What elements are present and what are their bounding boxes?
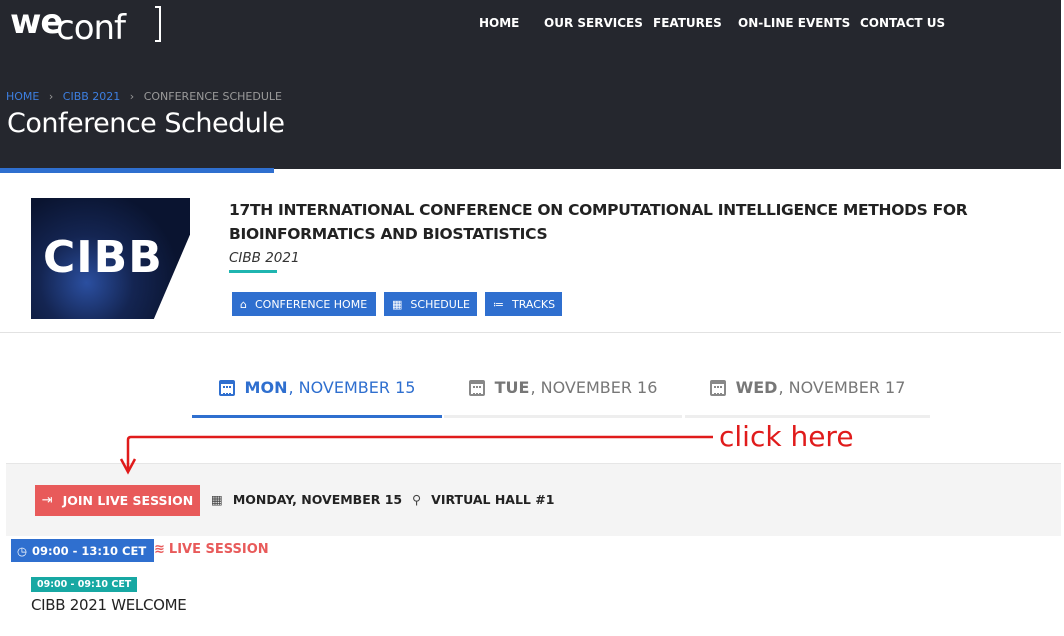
conference-home-label: CONFERENCE HOME [254,297,368,311]
tab-tuesday[interactable]: TUE, NOVEMBER 16 [444,370,682,418]
conference-title: 17TH INTERNATIONAL CONFERENCE ON COMPUTA… [229,201,968,243]
sign-in-icon: ⇥ [41,493,53,508]
schedule-label: SCHEDULE [410,297,470,311]
tab-indicator-active [192,415,442,418]
tab-day: WED [735,378,778,397]
session-date-label: MONDAY, NOVEMBER 15 [232,492,403,507]
logo-we-text: we [10,2,63,42]
breadcrumb-cibb[interactable]: CIBB 2021 [63,90,121,103]
conference-short-name: CIBB 2021 [229,250,300,266]
nav-features[interactable]: FEATURES [653,16,722,30]
tab-indicator [444,415,682,418]
breadcrumb-separator-icon: › [48,90,54,103]
tab-wednesday[interactable]: WED, NOVEMBER 17 [685,370,930,418]
tab-date: , NOVEMBER 16 [530,378,658,397]
cibb-logo-text: CIBB [43,232,163,283]
session-time-range: 09:00 - 13:10 CET [32,543,147,558]
slot-title[interactable]: CIBB 2021 WELCOME [31,596,187,614]
annotation-click-here: click here [719,420,854,453]
clock-icon: ◷ [17,543,28,558]
schedule-button[interactable]: ▦ SCHEDULE [384,292,477,316]
conference-underline [229,270,277,273]
map-pin-icon: ⚲ [412,492,422,507]
home-icon: ⌂ [240,297,247,311]
join-live-session-button[interactable]: ⇥ JOIN LIVE SESSION [35,485,200,516]
nav-contact-us[interactable]: CONTACT US [860,16,945,30]
page-title: Conference Schedule [7,108,285,139]
logo-conf-text: conf [56,8,126,48]
tab-day: TUE [494,378,530,397]
session-time-badge: ◷ 09:00 - 13:10 CET [11,539,155,562]
calendar-icon: ▦ [392,297,403,311]
logo-bracket-icon [155,6,161,42]
cibb-logo: CIBB [31,198,190,319]
calendar-icon [709,379,726,396]
tab-monday[interactable]: MON, NOVEMBER 15 [192,370,442,418]
section-divider [0,332,1061,333]
calendar-icon: ▦ [211,492,223,507]
session-location-label: VIRTUAL HALL #1 [431,492,555,507]
header-accent-bar [0,168,274,173]
slot-time-badge: 09:00 - 09:10 CET [31,577,138,592]
rss-icon: ≋ [154,542,165,557]
session-date: ▦ MONDAY, NOVEMBER 15 [211,492,402,507]
nav-home[interactable]: HOME [479,16,519,30]
site-header: we conf HOME OUR SERVICES FEATURES ON-LI… [0,0,1061,169]
live-session-label: ≋ LIVE SESSION [154,542,269,557]
session-location: ⚲ VIRTUAL HALL #1 [412,492,554,507]
calendar-icon [218,379,235,396]
tracks-label: TRACKS [512,297,556,311]
tab-day: MON [244,378,288,397]
live-session-text: LIVE SESSION [168,542,269,557]
breadcrumb: HOME › CIBB 2021 › CONFERENCE SCHEDULE [6,90,282,103]
conference-home-button[interactable]: ⌂ CONFERENCE HOME [232,292,376,316]
list-icon: ≔ [493,297,504,311]
breadcrumb-separator-icon: › [129,90,135,103]
tab-date: , NOVEMBER 17 [778,378,906,397]
nav-our-services[interactable]: OUR SERVICES [544,16,643,30]
tracks-button[interactable]: ≔ TRACKS [485,292,562,316]
join-live-session-label: JOIN LIVE SESSION [62,493,194,508]
tab-indicator [685,415,930,418]
breadcrumb-home[interactable]: HOME [6,90,39,103]
calendar-icon [468,379,485,396]
tab-date: , NOVEMBER 15 [288,378,416,397]
nav-online-events[interactable]: ON-LINE EVENTS [738,16,850,30]
breadcrumb-current: CONFERENCE SCHEDULE [143,90,282,103]
